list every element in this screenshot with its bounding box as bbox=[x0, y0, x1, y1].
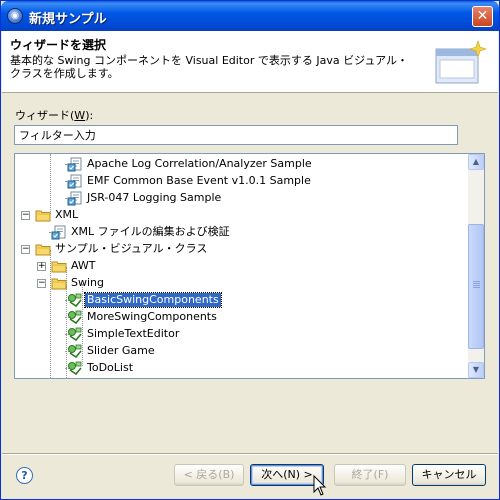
tree-item-label: JSR-047 Logging Sample bbox=[87, 191, 222, 204]
wizard-tree[interactable]: Apache Log Correlation/Analyzer Sample EM… bbox=[14, 153, 485, 379]
mouse-cursor-icon bbox=[313, 475, 327, 496]
close-button[interactable]: ✕ bbox=[472, 6, 493, 27]
tree-item-label: SimpleTextEditor bbox=[87, 327, 180, 340]
finish-button[interactable]: 終了(F) bbox=[334, 464, 406, 486]
expand-toggle-icon[interactable]: + bbox=[37, 262, 46, 271]
tree-item[interactable]: − サンプル・ビジュアル・クラス bbox=[15, 241, 467, 258]
wizard-banner-icon bbox=[435, 40, 487, 84]
tree-item[interactable]: Slider Game bbox=[15, 343, 467, 360]
tree-item[interactable]: XML ファイルの編集および検証 bbox=[15, 224, 467, 241]
collapse-toggle-icon[interactable]: − bbox=[21, 245, 30, 254]
tree-item[interactable]: EMF Common Base Event v1.0.1 Sample bbox=[15, 173, 467, 190]
tree-item-label: Slider Game bbox=[87, 344, 155, 357]
tree-item-label: Swing bbox=[71, 276, 104, 289]
folder-icon bbox=[51, 259, 67, 276]
scroll-up-button[interactable]: ▲ bbox=[468, 154, 484, 170]
eclipse-icon: ◉ bbox=[7, 8, 23, 24]
scroll-thumb[interactable] bbox=[468, 224, 484, 349]
tree-item-label: ToDoList bbox=[87, 361, 134, 374]
tree-item[interactable]: + AWT bbox=[15, 258, 467, 275]
collapse-toggle-icon[interactable]: − bbox=[21, 211, 30, 220]
tree-item-label: Apache Log Correlation/Analyzer Sample bbox=[87, 157, 312, 170]
tree-item-label: EMF Common Base Event v1.0.1 Sample bbox=[87, 174, 311, 187]
window-title: 新規サンプル bbox=[29, 12, 107, 27]
wizard-label: ウィザード(W): bbox=[15, 109, 94, 122]
folder-icon bbox=[35, 208, 51, 225]
wizard-header: ウィザードを選択 基本的な Swing コンポーネントを Visual Edit… bbox=[2, 31, 498, 93]
tree-item-label: MoreSwingComponents bbox=[87, 310, 217, 323]
new-sample-dialog: ◉ 新規サンプル ✕ ウィザードを選択 基本的な Swing コンポーネントを … bbox=[0, 0, 500, 500]
header-title: ウィザードを選択 bbox=[10, 38, 107, 52]
filter-input[interactable] bbox=[14, 125, 458, 145]
help-icon[interactable]: ? bbox=[16, 467, 33, 484]
tree-item-label: BasicSwingComponents bbox=[84, 292, 222, 308]
tree-item[interactable]: MoreSwingComponents bbox=[15, 309, 467, 326]
tree-item[interactable]: ToDoList bbox=[15, 360, 467, 377]
folder-icon bbox=[51, 276, 67, 293]
tree-item[interactable]: BasicSwingComponents bbox=[15, 292, 467, 309]
tree-item[interactable]: JSR-047 Logging Sample bbox=[15, 190, 467, 207]
tree-item[interactable]: SimpleTextEditor bbox=[15, 326, 467, 343]
button-separator bbox=[2, 453, 498, 455]
tree-item-label: XML ファイルの編集および検証 bbox=[71, 225, 230, 238]
back-button[interactable]: < 戻る(B) bbox=[174, 464, 244, 486]
header-description: 基本的な Swing コンポーネントを Visual Editor で表示する … bbox=[10, 54, 408, 80]
visual-class-icon bbox=[67, 361, 83, 378]
tree-item[interactable]: − XML bbox=[15, 207, 467, 224]
tree-item[interactable]: − Swing bbox=[15, 275, 467, 292]
folder-icon bbox=[35, 242, 51, 259]
tree-scrollbar[interactable]: ▲ ▼ bbox=[468, 154, 484, 378]
tree-item-label: AWT bbox=[71, 259, 96, 272]
cancel-button[interactable]: キャンセル bbox=[412, 464, 486, 486]
tree-item-label: XML bbox=[55, 208, 79, 221]
scroll-down-button[interactable]: ▼ bbox=[468, 362, 484, 378]
tree-item[interactable]: Apache Log Correlation/Analyzer Sample bbox=[15, 156, 467, 173]
collapse-toggle-icon[interactable]: − bbox=[37, 279, 46, 288]
tree-item-label: サンプル・ビジュアル・クラス bbox=[55, 242, 208, 255]
title-bar[interactable]: ◉ 新規サンプル ✕ bbox=[1, 1, 499, 31]
